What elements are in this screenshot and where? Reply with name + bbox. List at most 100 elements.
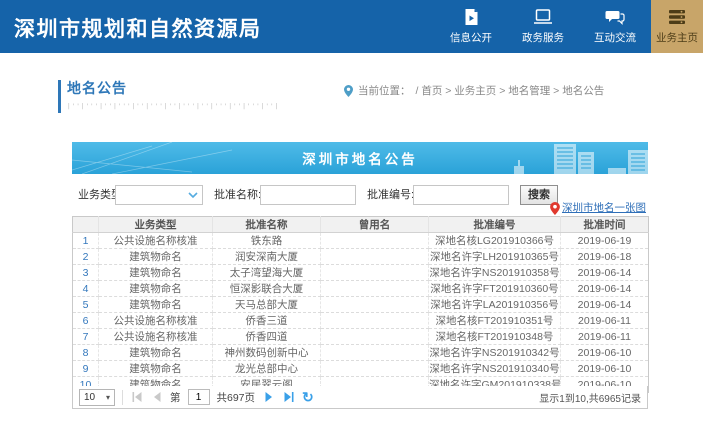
next-page-icon xyxy=(263,391,275,403)
cell-index: 5 xyxy=(73,297,99,313)
site-title: 深圳市规划和自然资源局 xyxy=(14,13,262,43)
announcement-panel: 深圳市地名公告 业务类型: 批准名称: 批准编号 xyxy=(72,142,648,206)
cell-type: 公共设施名称核准 xyxy=(99,329,213,345)
cell-type: 建筑物命名 xyxy=(99,265,213,281)
cell-former xyxy=(321,265,429,281)
cell-name: 天马总部大厦 xyxy=(213,297,321,313)
cell-code: 深地名许字LA201910356号 xyxy=(429,297,561,313)
page-size-select[interactable]: 10 ▾ xyxy=(79,389,115,406)
total-pages-label: 共697页 xyxy=(217,390,256,405)
code-filter-label: 批准编号: xyxy=(367,185,414,205)
cell-name: 润安深南大厦 xyxy=(213,249,321,265)
first-page-icon xyxy=(131,391,143,403)
cell-former xyxy=(321,233,429,249)
cell-date: 2019-06-11 xyxy=(561,313,649,329)
cell-former xyxy=(321,345,429,361)
cell-name: 侨香四道 xyxy=(213,329,321,345)
map-pin-icon xyxy=(550,202,560,215)
cell-name: 铁东路 xyxy=(213,233,321,249)
panel-banner: 深圳市地名公告 xyxy=(72,142,648,174)
cell-date: 2019-06-19 xyxy=(561,233,649,249)
prev-page-button[interactable] xyxy=(150,391,163,404)
table-row[interactable]: 5建筑物命名天马总部大厦深地名许字LA201910356号2019-06-14 xyxy=(73,297,649,313)
cell-type: 公共设施名称核准 xyxy=(99,313,213,329)
location-pin-icon xyxy=(344,85,353,97)
breadcrumb: 当前位置： / 首页 > 业务主页 > 地名管理 > 地名公告 xyxy=(344,83,604,98)
col-header-type: 业务类型 xyxy=(99,217,213,233)
banner-mesh-decoration xyxy=(72,142,292,174)
prev-page-icon xyxy=(151,391,163,403)
table-header-row: 业务类型 批准名称 曾用名 批准编号 批准时间 xyxy=(73,217,649,233)
cell-code: 深地名许字NS201910342号 xyxy=(429,345,561,361)
cell-type: 公共设施名称核准 xyxy=(99,233,213,249)
cell-type: 建筑物命名 xyxy=(99,249,213,265)
section-heading: 地名公告 |''|'''|''|'''|''|'''|''|'''|''|'''… xyxy=(58,78,279,110)
table-row[interactable]: 2建筑物命名润安深南大厦 深地名许字LH201910365号2019-06-18 xyxy=(73,249,649,265)
cell-date: 2019-06-10 xyxy=(561,345,649,361)
cell-index: 4 xyxy=(73,281,99,297)
current-page-input[interactable] xyxy=(188,389,210,405)
nav-item-business-home[interactable]: 业务主页 xyxy=(651,0,703,53)
cell-code: 深地名许字NS201910358号 xyxy=(429,265,561,281)
cell-former xyxy=(321,297,429,313)
nav-item-gov-services[interactable]: 政务服务 xyxy=(507,0,579,53)
announcements-table: 业务类型 批准名称 曾用名 批准编号 批准时间 1公共设施名称核准铁东路深地名核… xyxy=(72,216,649,393)
heading-accent-bar xyxy=(58,80,61,113)
cell-code: 深地名核LG201910366号 xyxy=(429,233,561,249)
nav-item-interaction[interactable]: 互动交流 xyxy=(579,0,651,53)
cell-code: 深地名许字LH201910365号 xyxy=(429,249,561,265)
page-label-prefix: 第 xyxy=(170,390,181,405)
last-page-button[interactable] xyxy=(282,391,295,404)
col-header-date: 批准时间 xyxy=(561,217,649,233)
table-body: 1公共设施名称核准铁东路深地名核LG201910366号2019-06-192建… xyxy=(73,233,649,393)
cell-code: 深地名许字FT201910360号 xyxy=(429,281,561,297)
cell-date: 2019-06-10 xyxy=(561,361,649,377)
cell-code: 深地名许字NS201910340号 xyxy=(429,361,561,377)
top-header: 深圳市规划和自然资源局 信息公开 政务服务 xyxy=(0,0,703,53)
table-row[interactable]: 1公共设施名称核准铁东路 深地名核LG201910366号2019-06-19 xyxy=(73,233,649,249)
first-page-button[interactable] xyxy=(130,391,143,404)
cell-name: 神州数码创新中心 xyxy=(213,345,321,361)
cell-type: 建筑物命名 xyxy=(99,345,213,361)
cell-index: 3 xyxy=(73,265,99,281)
cell-date: 2019-06-18 xyxy=(561,249,649,265)
table-row[interactable]: 3建筑物命名太子湾望海大厦深地名许字NS201910358号2019-06-14 xyxy=(73,265,649,281)
banner-buildings-decoration xyxy=(458,142,648,174)
document-icon xyxy=(461,8,481,26)
table-row[interactable]: 7公共设施名称核准侨香四道深地名核FT201910348号2019-06-11 xyxy=(73,329,649,345)
banner-title: 深圳市地名公告 xyxy=(302,148,418,168)
nav-item-info-disclosure[interactable]: 信息公开 xyxy=(435,0,507,53)
chevron-down-icon xyxy=(188,192,198,199)
cell-type: 建筑物命名 xyxy=(99,297,213,313)
breadcrumb-path[interactable]: / 首页 > 业务主页 > 地名管理 > 地名公告 xyxy=(416,83,605,98)
cell-index: 2 xyxy=(73,249,99,265)
records-summary: 显示1到10,共6965记录 xyxy=(539,390,641,405)
cell-index: 6 xyxy=(73,313,99,329)
nav-item-label: 政务服务 xyxy=(522,30,564,45)
cell-index: 1 xyxy=(73,233,99,249)
cell-former xyxy=(321,329,429,345)
cell-name: 龙光总部中心 xyxy=(213,361,321,377)
next-page-button[interactable] xyxy=(262,391,275,404)
monitor-icon xyxy=(533,8,553,26)
cell-former xyxy=(321,313,429,329)
table-row[interactable]: 4建筑物命名恒深影联合大厦深地名许字FT201910360号2019-06-14 xyxy=(73,281,649,297)
table-row[interactable]: 8建筑物命名神州数码创新中心深地名许字NS201910342号2019-06-1… xyxy=(73,345,649,361)
map-link[interactable]: 深圳市地名一张图 xyxy=(550,200,646,215)
col-header-name: 批准名称 xyxy=(213,217,321,233)
cell-name: 侨香三道 xyxy=(213,313,321,329)
code-filter-input[interactable] xyxy=(413,185,509,205)
col-header-former: 曾用名 xyxy=(321,217,429,233)
refresh-button[interactable]: ↻ xyxy=(302,390,314,404)
cell-former xyxy=(321,281,429,297)
name-filter-input[interactable] xyxy=(260,185,356,205)
cell-index: 9 xyxy=(73,361,99,377)
nav-item-label: 信息公开 xyxy=(450,30,492,45)
type-filter-select[interactable] xyxy=(115,185,203,205)
table-row[interactable]: 6公共设施名称核准侨香三道深地名核FT201910351号2019-06-11 xyxy=(73,313,649,329)
stack-icon xyxy=(667,8,687,26)
top-nav: 信息公开 政务服务 互动交流 xyxy=(435,0,703,53)
cell-type: 建筑物命名 xyxy=(99,281,213,297)
nav-item-label: 业务主页 xyxy=(656,30,698,45)
table-row[interactable]: 9建筑物命名龙光总部中心深地名许字NS201910340号2019-06-10 xyxy=(73,361,649,377)
